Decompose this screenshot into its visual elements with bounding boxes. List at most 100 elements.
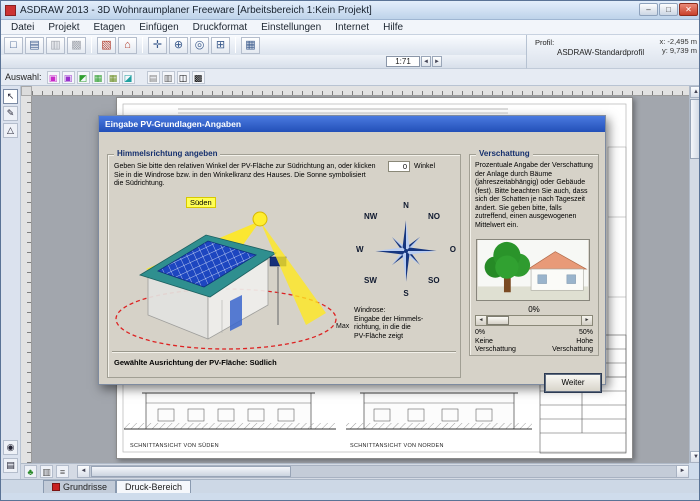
visibility-tool-button[interactable]: ◉	[3, 440, 18, 455]
slider-track[interactable]	[487, 316, 581, 325]
shading-slider[interactable]: ◄ ►	[475, 315, 593, 326]
shading-instructions: Prozentuale Angabe der Verschattung der …	[475, 162, 594, 230]
vertical-scroll-thumb[interactable]	[690, 99, 700, 159]
select-point-icon[interactable]: ▣	[47, 71, 60, 84]
minimize-button[interactable]: –	[639, 3, 658, 16]
horizontal-scrollbar[interactable]: ◄ ►	[77, 465, 689, 478]
list-view-icon[interactable]: ≡	[56, 465, 69, 478]
vertical-scrollbar[interactable]: ▲ ▼	[689, 86, 700, 463]
slider-thumb[interactable]	[487, 316, 509, 325]
select-door-icon[interactable]: ▦	[107, 71, 120, 84]
dialog-body: Himmelsrichtung angeben Geben Sie bitte …	[99, 132, 605, 386]
draw-tool-button[interactable]: ✎	[3, 106, 18, 121]
bottom-toolbar: ♣ ▥ ≡ ◄ ►	[21, 463, 689, 479]
tab-druck-bereich[interactable]: Druck-Bereich	[116, 480, 191, 493]
toolbar-separator	[235, 37, 236, 53]
open-project-button[interactable]: ▤	[25, 37, 44, 54]
tab-grundrisse[interactable]: Grundrisse	[43, 480, 116, 493]
save-project-button[interactable]: ▥	[46, 37, 65, 54]
max-angle-label: Max	[336, 323, 349, 330]
selection-label: Auswahl:	[5, 72, 42, 82]
view-3d-button[interactable]: ▧	[97, 37, 116, 54]
compass-label-s[interactable]: S	[354, 289, 458, 298]
menu-druckformat[interactable]: Druckformat	[186, 22, 254, 33]
vertical-ruler	[21, 96, 32, 463]
select-roof-icon[interactable]: ◪	[122, 71, 135, 84]
scroll-left-button[interactable]: ◄	[78, 466, 90, 477]
center-view-button[interactable]: ◎	[190, 37, 209, 54]
menu-hilfe[interactable]: Hilfe	[376, 22, 410, 33]
compass-label-n[interactable]: N	[354, 201, 458, 210]
windrose[interactable]: N NO O SO S SW W NW	[354, 199, 458, 303]
grid-toggle-button[interactable]: ▦	[241, 37, 260, 54]
compass-label-o[interactable]: O	[450, 245, 456, 254]
scale-value[interactable]: 1:71	[386, 56, 420, 67]
compass-label-w[interactable]: W	[356, 245, 364, 254]
select-tool-button[interactable]: ↖	[3, 89, 18, 104]
direction-groupbox: Himmelsrichtung angeben Geben Sie bitte …	[107, 154, 461, 378]
shading-scale-values: 0% 50%	[475, 329, 593, 336]
shading-group-title: Verschattung	[476, 149, 533, 158]
shape-tool-button[interactable]: △	[3, 123, 18, 138]
direction-instructions: Geben Sie bitte den relativen Winkel der…	[114, 163, 376, 189]
menu-projekt[interactable]: Projekt	[41, 22, 86, 33]
print-preview-icon[interactable]: ▥	[40, 465, 53, 478]
sun-icon	[253, 212, 267, 226]
select-text-icon[interactable]: ▥	[162, 71, 175, 84]
scroll-right-button[interactable]: ►	[676, 466, 688, 477]
scale-decrease-button[interactable]: ◄	[421, 56, 431, 67]
profile-panel: Profil: ASDRAW-Standardprofil x: -2,495 …	[526, 35, 700, 69]
compass-label-sw[interactable]: SW	[364, 276, 377, 285]
layers-tool-button[interactable]: ▤	[3, 458, 18, 473]
scale-bar: 1:71 ◄ ►	[1, 55, 526, 69]
compass-label-no[interactable]: NO	[428, 212, 440, 221]
dialog-title-bar[interactable]: Eingabe PV-Grundlagen-Angaben	[99, 116, 605, 132]
slider-left-button[interactable]: ◄	[476, 316, 487, 325]
select-line-icon[interactable]: ▣	[62, 71, 75, 84]
shading-min-label: Keine Verschattung	[475, 338, 527, 354]
window-title: ASDRAW 2013 - 3D Wohnraumplaner Freeware…	[20, 5, 372, 16]
app-window: ASDRAW 2013 - 3D Wohnraumplaner Freeware…	[0, 0, 700, 501]
tab-druck-bereich-label: Druck-Bereich	[125, 482, 182, 492]
scroll-up-button[interactable]: ▲	[690, 86, 700, 98]
menu-internet[interactable]: Internet	[328, 22, 376, 33]
pan-tool-button[interactable]: ✛	[148, 37, 167, 54]
compass-label-nw[interactable]: NW	[364, 212, 377, 221]
maximize-button[interactable]: □	[659, 3, 678, 16]
cursor-x-coordinate: x: -2,495 m	[659, 37, 697, 46]
shading-max-label: Hohe Verschattung	[541, 338, 593, 354]
new-project-button[interactable]: □	[4, 37, 23, 54]
profile-value[interactable]: ASDRAW-Standardprofil	[557, 48, 644, 57]
menu-einstellungen[interactable]: Einstellungen	[254, 22, 328, 33]
shading-min-value: 0%	[475, 329, 485, 336]
select-all-icon[interactable]: ▩	[192, 71, 205, 84]
scale-increase-button[interactable]: ►	[432, 56, 442, 67]
main-toolbar: □ ▤ ▥ ▩ ▧ ⌂ ✛ ⊕ ◎ ⊞ ▦	[1, 35, 526, 55]
horizontal-scroll-thumb[interactable]	[91, 466, 291, 477]
compass-label-so[interactable]: SO	[428, 276, 440, 285]
fullscreen-view-button[interactable]: ⊞	[211, 37, 230, 54]
shading-groupbox: Verschattung Prozentuale Angabe der Vers…	[469, 154, 599, 356]
profile-label: Profil:	[535, 38, 554, 47]
house-angle-ring-illustration[interactable]	[110, 207, 342, 355]
floor-plan-button[interactable]: ⌂	[118, 37, 137, 54]
next-button[interactable]: Weiter	[545, 374, 601, 392]
print-button[interactable]: ▩	[67, 37, 86, 54]
menu-einfuegen[interactable]: Einfügen	[132, 22, 185, 33]
scale-control: 1:71 ◄ ►	[386, 56, 442, 67]
close-button[interactable]: ✕	[679, 3, 698, 16]
angle-field-group: 0 Winkel	[388, 161, 435, 172]
select-window-icon[interactable]: ▦	[92, 71, 105, 84]
angle-input[interactable]: 0	[388, 161, 410, 172]
select-dimension-icon[interactable]: ◫	[177, 71, 190, 84]
plant-view-icon[interactable]: ♣	[24, 465, 37, 478]
menu-datei[interactable]: Datei	[4, 22, 41, 33]
zoom-tool-button[interactable]: ⊕	[169, 37, 188, 54]
cursor-y-coordinate: y: 9,739 m	[662, 46, 697, 55]
menu-etagen[interactable]: Etagen	[86, 22, 132, 33]
slider-right-button[interactable]: ►	[581, 316, 592, 325]
select-object-icon[interactable]: ▤	[147, 71, 160, 84]
scroll-down-button[interactable]: ▼	[690, 451, 700, 463]
select-wall-icon[interactable]: ◩	[77, 71, 90, 84]
shading-current-value: 0%	[470, 305, 598, 314]
